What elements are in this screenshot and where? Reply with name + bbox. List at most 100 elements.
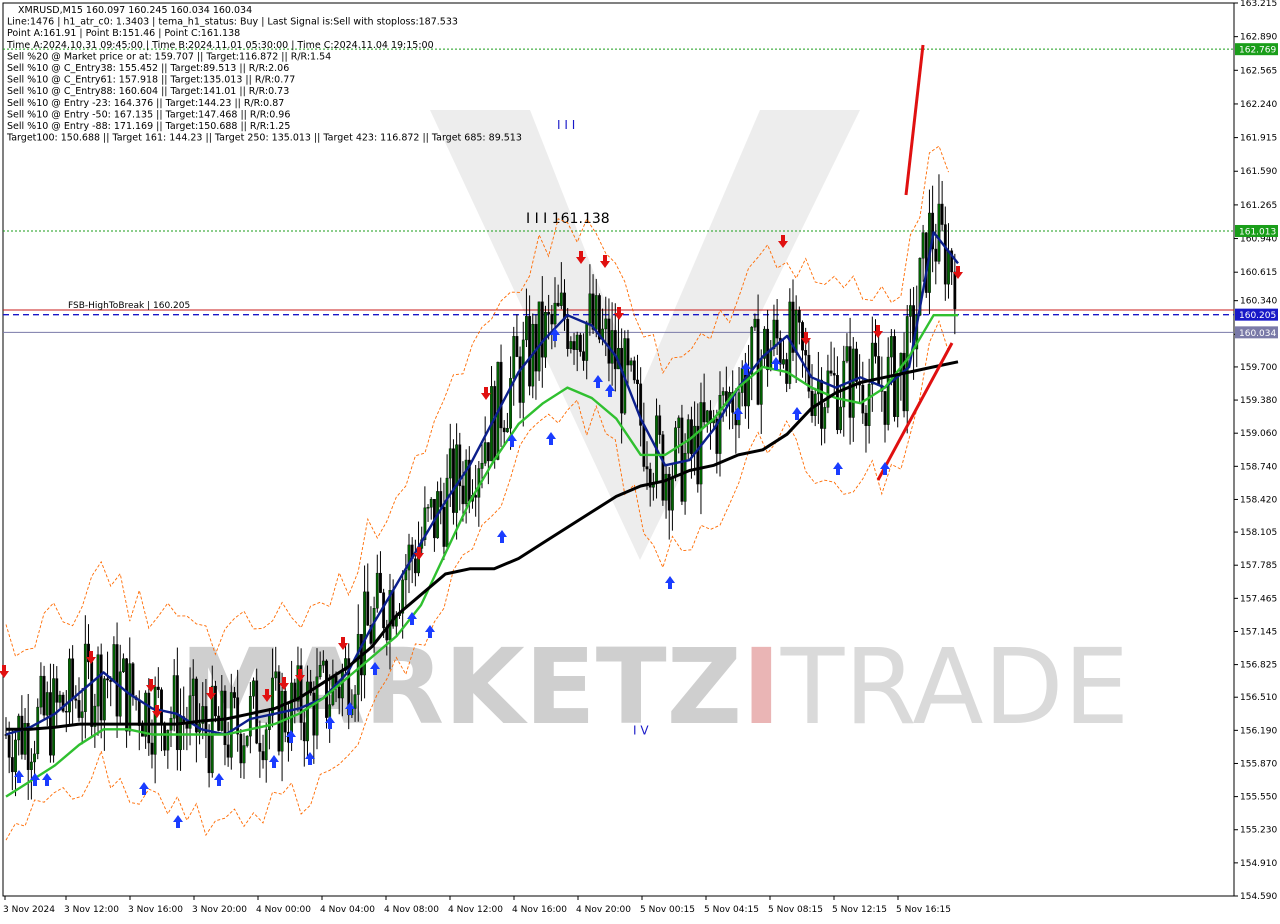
candle-body [52, 678, 56, 756]
candle-body [474, 495, 478, 498]
candle-body [356, 633, 360, 695]
y-tick-label: 161.915 [1240, 134, 1277, 144]
candle-body [804, 350, 808, 356]
candle-body [74, 698, 78, 701]
candle-body [528, 316, 532, 387]
candle-body [214, 685, 217, 717]
candle-body [58, 694, 62, 703]
candle-body [569, 341, 573, 349]
candle-body [55, 678, 59, 703]
candle-body [553, 302, 557, 325]
candle-body [766, 328, 770, 371]
candle-body [877, 356, 881, 386]
candle-body [820, 379, 823, 429]
candle-body [99, 654, 103, 721]
candle-body [264, 729, 268, 761]
candle-body [10, 757, 14, 773]
candle-body [83, 643, 87, 712]
candle-body [7, 735, 11, 758]
candle-body [782, 359, 785, 365]
candle-body [464, 459, 468, 505]
candle-body [642, 425, 646, 467]
chart: MARKETZITRADE FSB-HighToBreak | 160.205 I… [0, 0, 1280, 920]
header-line: Sell %10 @ C_Entry61: 157.918 || Target:… [7, 75, 295, 86]
candle-body [556, 302, 560, 306]
candle-body [242, 745, 246, 764]
candle-body [486, 442, 490, 462]
y-tick-label: 157.785 [1240, 561, 1277, 571]
candle-body [452, 448, 455, 513]
candle-body [899, 352, 903, 374]
candle-body [439, 491, 443, 508]
candle-body [413, 558, 417, 574]
candle-body [321, 660, 325, 666]
candle-body [832, 373, 836, 376]
y-tick-label: 162.890 [1240, 33, 1277, 43]
candle-body [220, 690, 224, 731]
candle-body [239, 733, 243, 764]
watermark-text: MARKETZITRADE [180, 626, 1129, 748]
candle-body [591, 293, 595, 330]
candle-body [118, 671, 122, 717]
candle-body [645, 466, 649, 470]
header-line: Time A:2024.10.31 09:45:00 | Time B:2024… [6, 40, 434, 51]
candle-body [940, 203, 944, 225]
candle-body [626, 338, 630, 366]
candle-body [607, 318, 611, 364]
candle-body [429, 498, 433, 508]
candle-body [267, 715, 271, 730]
candle-body [353, 694, 357, 709]
candle-body [166, 730, 170, 751]
candle-body [705, 410, 709, 423]
x-tick-label: 3 Nov 20:00 [192, 905, 247, 915]
candle-body [163, 723, 167, 751]
candle-body [49, 692, 52, 756]
candle-body [636, 379, 639, 385]
candle-body [588, 293, 592, 324]
candle-body [29, 761, 33, 770]
candle-body [90, 661, 94, 727]
candle-body [604, 318, 608, 330]
candle-body [572, 341, 576, 350]
candle-body [537, 301, 541, 372]
candle-body [274, 671, 278, 679]
y-tick-label: 156.510 [1240, 693, 1277, 703]
candle-body [686, 419, 690, 454]
candle-body [80, 711, 84, 718]
candle-body [864, 412, 868, 426]
wave-label: I I I [557, 118, 575, 132]
candle-body [160, 689, 163, 724]
candle-body [20, 715, 24, 755]
candle-body [759, 358, 763, 405]
candle-body [125, 658, 128, 732]
header-line: Sell %10 @ C_Entry88: 160.604 || Target:… [7, 86, 289, 97]
price-tag-label: 160.034 [1239, 329, 1276, 339]
candle-body [801, 322, 804, 351]
candle-body [102, 678, 106, 721]
candle-body [96, 654, 100, 707]
candle-body [566, 318, 570, 349]
x-tick-label: 3 Nov 12:00 [64, 905, 119, 915]
candle-body [426, 507, 430, 509]
y-tick-label: 154.590 [1240, 892, 1277, 902]
candle-body [867, 384, 871, 426]
header-line: Sell %10 @ Entry -50: 167.135 || Target:… [7, 109, 290, 120]
candle-body [245, 735, 249, 746]
candle-body [610, 330, 614, 364]
header-line: Sell %10 @ Entry -88: 171.169 || Target:… [7, 121, 290, 132]
candle-body [147, 692, 151, 744]
candle-body [36, 706, 40, 755]
candle-body [563, 292, 566, 320]
candle-body [578, 334, 582, 352]
candle-body [153, 686, 157, 755]
y-tick-label: 155.870 [1240, 759, 1277, 769]
candle-body [14, 739, 17, 773]
candle-body [594, 295, 598, 330]
candle-body [455, 444, 459, 513]
candle-body [677, 417, 681, 428]
candle-body [937, 203, 941, 262]
candle-body [325, 660, 328, 718]
candle-body [106, 678, 109, 681]
candle-body [540, 301, 544, 358]
candle-body [775, 319, 779, 339]
